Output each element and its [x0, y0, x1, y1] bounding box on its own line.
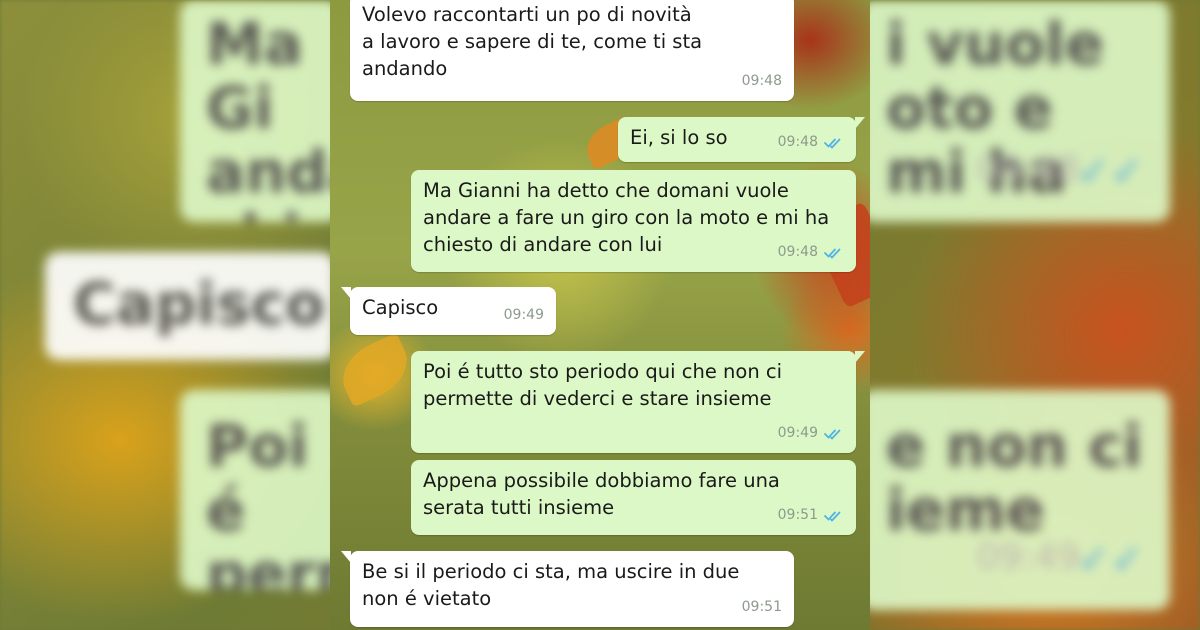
message-meta: 09:48 [778, 129, 844, 156]
ghost-timestamp: 09:48 [976, 149, 1080, 190]
message-bubble-outgoing[interactable]: Appena possibile dobbiamo fare una serat… [411, 460, 856, 535]
message-meta: 09:51 [742, 594, 782, 621]
ghost-bubble-left-top: Ma Gi anda chies [180, 0, 340, 222]
message-timestamp: 09:49 [503, 307, 544, 323]
message-timestamp: 09:49 [777, 425, 818, 441]
ghost-text: Capisco [73, 270, 325, 338]
double-check-icon [824, 428, 844, 440]
message-timestamp: 09:51 [777, 507, 818, 523]
message-bubble-incoming[interactable]: Capisco 09:49 [341, 287, 556, 335]
message-meta: 09:51 [778, 502, 844, 529]
ghost-text: Poi é perm [206, 412, 340, 590]
message-timestamp: 09:48 [777, 244, 818, 260]
double-check-icon [824, 137, 844, 149]
ghost-text: e non ci ieme [886, 412, 1143, 544]
message-timestamp: 09:48 [777, 134, 818, 150]
message-timestamp: 09:48 [741, 73, 782, 89]
ghost-bubble-right-bottom: e non ci ieme 09:49 ✓✓ [860, 390, 1170, 610]
autumn-leaf-decoration [332, 332, 418, 408]
ghost-bubble-left-bottom: Poi é perm [180, 390, 340, 590]
ghost-bubble-left-mid: Capisco [45, 252, 335, 360]
ghost-bubble-right-top: i vuole oto e mi ha 09:48 ✓✓ [860, 0, 1170, 222]
double-check-icon: ✓✓ [1076, 149, 1144, 195]
message-meta: 09:48 [742, 68, 782, 95]
message-text: Poi é tutto sto periodo qui che non ci p… [423, 360, 783, 410]
message-meta: 09:49 [504, 302, 544, 329]
ghost-text: Ma Gi anda chies [206, 10, 340, 222]
message-bubble-outgoing[interactable]: Ei, si lo so 09:48 [618, 117, 865, 162]
message-meta: 09:48 [778, 239, 844, 266]
message-meta: 09:49 [778, 420, 844, 447]
message-timestamp: 09:51 [741, 599, 782, 615]
message-bubble-incoming[interactable]: Volevo raccontarti un po di novità a lav… [350, 0, 794, 101]
message-bubble-outgoing[interactable]: Poi é tutto sto periodo qui che non ci p… [411, 351, 865, 453]
message-bubble-incoming[interactable]: Be si il periodo ci sta, ma uscire in du… [341, 551, 794, 627]
double-check-icon [824, 510, 844, 522]
message-text: Be si il periodo ci sta, ma uscire in du… [362, 560, 740, 610]
message-text: Volevo raccontarti un po di novità a lav… [362, 3, 703, 80]
ghost-timestamp: 09:49 [976, 537, 1080, 578]
message-bubble-outgoing[interactable]: Ma Gianni ha detto che domani vuole anda… [411, 170, 856, 272]
double-check-icon [824, 247, 844, 259]
chat-panel[interactable]: Volevo raccontarti un po di novità a lav… [330, 0, 870, 630]
double-check-icon: ✓✓ [1076, 537, 1144, 583]
